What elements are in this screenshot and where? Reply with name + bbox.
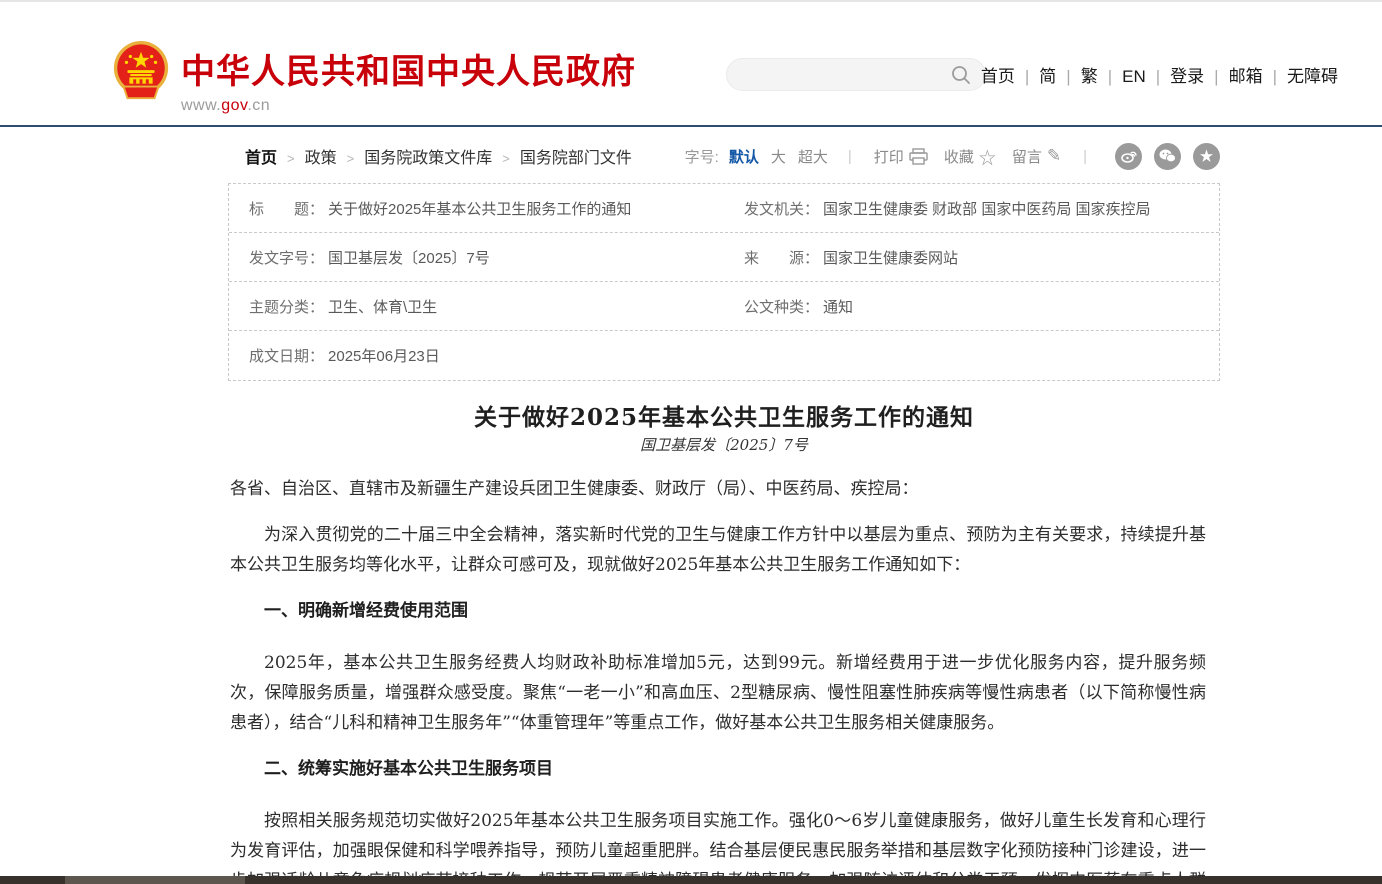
meta-label: 标 题： (249, 198, 324, 219)
font-size-default-button[interactable]: 默认 (729, 146, 759, 167)
meta-topic-category-cell: 主题分类： 卫生、体育\卫生 (229, 282, 724, 330)
meta-label: 成文日期： (249, 345, 324, 366)
nav-traditional[interactable]: 繁 (1077, 67, 1102, 86)
search-input[interactable] (743, 59, 943, 90)
toolbar-divider: | (1083, 148, 1087, 165)
site-header: 中华人民共和国中央人民政府 www.gov.cn 首页|简|繁|EN|登录|邮箱… (0, 2, 1382, 125)
print-label: 打印 (874, 146, 904, 167)
meta-row: 主题分类： 卫生、体育\卫生 公文种类： 通知 (229, 282, 1219, 331)
nav-separator: | (1208, 67, 1224, 86)
breadcrumb-policy-library[interactable]: 国务院政策文件库 (364, 150, 492, 167)
font-size-large-button[interactable]: 大 (771, 146, 786, 167)
nav-login[interactable]: 登录 (1166, 67, 1208, 86)
meta-source-cell: 来 源： 国家卫生健康委网站 (724, 233, 1219, 281)
print-button[interactable]: 打印 (874, 146, 928, 167)
page: 中华人民共和国中央人民政府 www.gov.cn 首页|简|繁|EN|登录|邮箱… (0, 0, 1382, 884)
wechat-share-icon[interactable] (1154, 143, 1181, 170)
meta-label: 来 源： (744, 247, 819, 268)
qzone-share-icon[interactable]: ★ (1193, 143, 1220, 170)
meta-value: 国家卫生健康委 财政部 国家中医药局 国家疾控局 (823, 198, 1151, 219)
nav-separator: | (1102, 67, 1118, 86)
meta-empty-cell (724, 331, 1219, 380)
meta-value: 国家卫生健康委网站 (823, 247, 958, 268)
meta-row: 发文字号： 国卫基层发〔2025〕7号 来 源： 国家卫生健康委网站 (229, 233, 1219, 282)
top-nav: 首页|简|繁|EN|登录|邮箱|无障碍 (977, 62, 1342, 87)
section-2-heading: 二、统筹实施好基本公共卫生服务项目 (230, 754, 1206, 784)
meta-label: 发文机关： (744, 198, 819, 219)
meta-date-cell: 成文日期： 2025年06月23日 (229, 331, 724, 380)
nav-separator: | (1019, 67, 1035, 86)
meta-doc-type-cell: 公文种类： 通知 (724, 282, 1219, 330)
meta-title-cell: 标 题： 关于做好2025年基本公共卫生服务工作的通知 (229, 184, 724, 232)
chevron-right-icon: > (277, 151, 305, 166)
printer-icon (909, 148, 928, 165)
nav-separator: | (1267, 67, 1283, 86)
breadcrumb-toolbar-row: 首页>政策>国务院政策文件库>国务院部门文件 字号: 默认 大 超大 | 打印 … (228, 142, 1220, 170)
search-icon[interactable] (951, 65, 971, 85)
nav-separator: | (1150, 67, 1166, 86)
scrollbar-thumb[interactable] (65, 876, 245, 884)
meta-label: 发文字号： (249, 247, 324, 268)
share-buttons: ★ (1115, 143, 1220, 170)
toolbar: 字号: 默认 大 超大 | 打印 收藏 ☆ 留言 ✎ | (685, 143, 1220, 170)
nav-english[interactable]: EN (1118, 67, 1150, 86)
star-icon: ☆ (979, 144, 996, 169)
meta-value: 国卫基层发〔2025〕7号 (328, 247, 490, 268)
meta-value: 卫生、体育\卫生 (328, 296, 437, 317)
url-www: www. (181, 97, 221, 114)
chevron-right-icon: > (337, 151, 365, 166)
meta-row: 成文日期： 2025年06月23日 (229, 331, 1219, 380)
meta-label: 公文种类： (744, 296, 819, 317)
chevron-right-icon: > (492, 151, 520, 166)
favorite-button[interactable]: 收藏 ☆ (944, 144, 996, 169)
favorite-label: 收藏 (944, 146, 974, 167)
breadcrumb-home[interactable]: 首页 (245, 150, 277, 167)
section-2-paragraph: 按照相关服务规范切实做好2025年基本公共卫生服务项目实施工作。强化0～6岁儿童… (230, 806, 1206, 884)
meta-issuing-agency-cell: 发文机关： 国家卫生健康委 财政部 国家中医药局 国家疾控局 (724, 184, 1219, 232)
nav-mail[interactable]: 邮箱 (1225, 67, 1267, 86)
font-size-label: 字号: (685, 146, 719, 167)
site-url: www.gov.cn (181, 97, 636, 115)
document-number: 国卫基层发〔2025〕7号 (228, 434, 1220, 455)
salutation-paragraph: 各省、自治区、直辖市及新疆生产建设兵团卫生健康委、财政厅（局）、中医药局、疾控局… (230, 474, 1206, 504)
pencil-icon: ✎ (1047, 146, 1061, 166)
toolbar-divider: | (848, 148, 852, 165)
document-title: 关于做好2025年基本公共卫生服务工作的通知 (228, 398, 1220, 432)
breadcrumb: 首页>政策>国务院政策文件库>国务院部门文件 (228, 144, 632, 168)
comment-button[interactable]: 留言 ✎ (1012, 146, 1061, 167)
nav-separator: | (1060, 67, 1076, 86)
national-emblem-logo (110, 40, 172, 106)
comment-label: 留言 (1012, 146, 1042, 167)
header-divider-line (0, 125, 1382, 127)
meta-label: 主题分类： (249, 296, 324, 317)
document-body: 各省、自治区、直辖市及新疆生产建设兵团卫生健康委、财政厅（局）、中医药局、疾控局… (230, 474, 1206, 884)
site-brand: 中华人民共和国中央人民政府 www.gov.cn (181, 44, 636, 115)
meta-value: 通知 (823, 296, 853, 317)
font-size-xlarge-button[interactable]: 超大 (798, 146, 828, 167)
bottom-scrollbar[interactable] (0, 876, 1382, 884)
meta-value: 2025年06月23日 (328, 345, 440, 366)
url-cn: .cn (247, 97, 270, 114)
nav-home[interactable]: 首页 (977, 67, 1019, 86)
breadcrumb-policy[interactable]: 政策 (305, 150, 337, 167)
section-1-heading: 一、明确新增经费使用范围 (230, 596, 1206, 626)
url-gov: gov (221, 97, 247, 114)
weibo-share-icon[interactable] (1115, 143, 1142, 170)
nav-simplified[interactable]: 简 (1035, 67, 1060, 86)
meta-row: 标 题： 关于做好2025年基本公共卫生服务工作的通知 发文机关： 国家卫生健康… (229, 184, 1219, 233)
meta-value: 关于做好2025年基本公共卫生服务工作的通知 (328, 198, 631, 219)
intro-paragraph: 为深入贯彻党的二十届三中全会精神，落实新时代党的卫生与健康工作方针中以基层为重点… (230, 520, 1206, 580)
meta-doc-number-cell: 发文字号： 国卫基层发〔2025〕7号 (229, 233, 724, 281)
nav-accessibility[interactable]: 无障碍 (1283, 67, 1342, 86)
search-box[interactable] (726, 58, 986, 91)
section-1-paragraph: 2025年，基本公共卫生服务经费人均财政补助标准增加5元，达到99元。新增经费用… (230, 648, 1206, 738)
site-title: 中华人民共和国中央人民政府 (181, 44, 636, 93)
document-meta-table: 标 题： 关于做好2025年基本公共卫生服务工作的通知 发文机关： 国家卫生健康… (228, 183, 1220, 381)
breadcrumb-dept-documents[interactable]: 国务院部门文件 (520, 150, 632, 167)
